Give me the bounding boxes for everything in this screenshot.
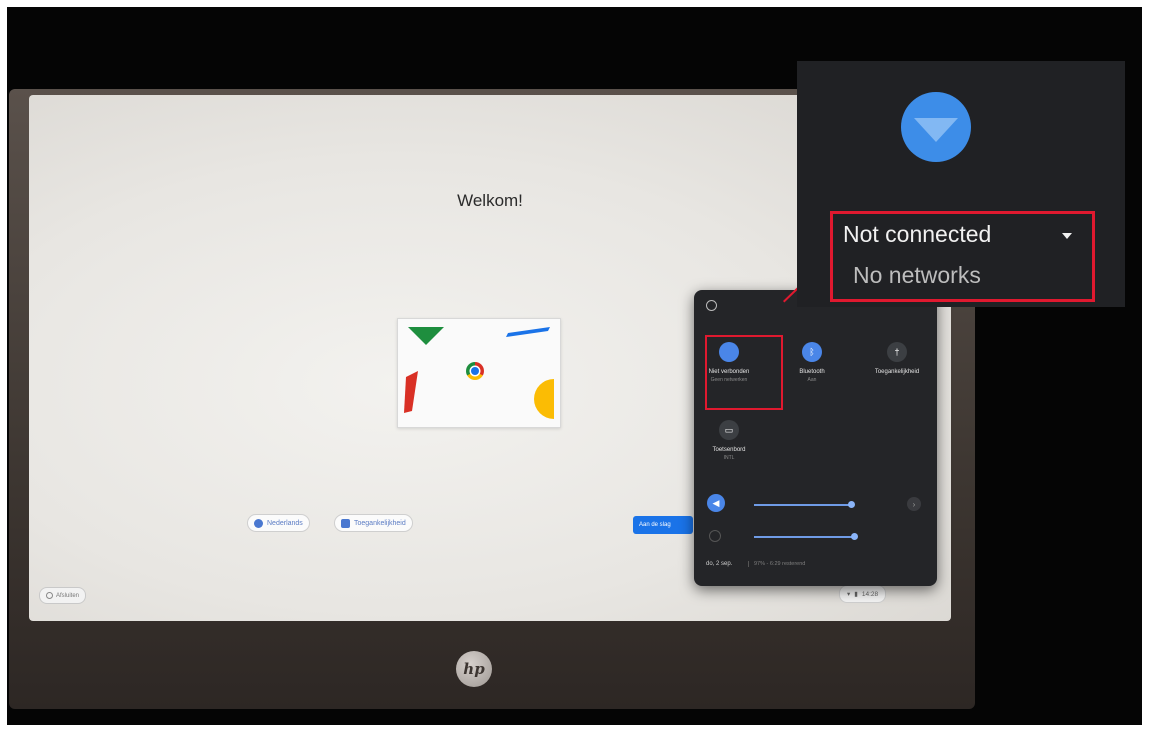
next-button[interactable]: Aan de slag — [633, 516, 693, 534]
tile-bluetooth-label: Bluetooth — [799, 369, 825, 375]
language-button[interactable]: Nederlands — [247, 514, 310, 532]
wifi-glyph — [914, 118, 958, 142]
yellow-half-circle — [534, 379, 554, 419]
power-icon — [46, 592, 53, 599]
tile-bluetooth-sublabel: Aan — [807, 377, 817, 383]
status-tray[interactable]: ▾ ▮ 14:28 — [839, 585, 887, 603]
red-shape — [404, 371, 418, 413]
language-label: Nederlands — [267, 519, 303, 527]
volume-slider[interactable] — [754, 501, 855, 508]
network-zoom-callout: Not connected No networks — [797, 61, 1125, 307]
hp-logo: hp — [456, 651, 492, 687]
chevron-down-icon — [1062, 233, 1072, 239]
accessibility-button[interactable]: Toegankelijkheid — [334, 514, 413, 532]
tile-keyboard-label: Toetsenbord — [712, 447, 746, 453]
photo-frame: Welkom! Nederlands Toegankelijkheid Aan … — [7, 7, 1142, 725]
power-icon[interactable]: power — [706, 300, 717, 311]
audio-settings-chevron-icon[interactable]: › — [907, 497, 921, 511]
welcome-illustration — [397, 318, 561, 428]
brightness-slider-handle[interactable] — [850, 533, 858, 540]
not-connected-label: Not connected — [843, 221, 992, 247]
network-status-icon: ▾ — [847, 591, 851, 598]
battery-icon: ▮ — [854, 591, 858, 598]
brightness-icon — [709, 530, 721, 542]
battery-text: 97% - 6:29 resterend — [748, 561, 805, 567]
green-triangle — [408, 327, 444, 345]
volume-slider-handle[interactable] — [848, 501, 855, 508]
globe-icon — [254, 518, 263, 528]
volume-icon[interactable]: ◀ — [707, 494, 725, 512]
shutdown-label: Afsluiten — [56, 592, 80, 599]
tile-bluetooth[interactable]: ᛒ Bluetooth Aan — [777, 342, 847, 383]
network-tile-highlight — [705, 335, 783, 410]
tile-accessibility[interactable]: † Toegankelijkheid — [862, 342, 932, 375]
accessibility-icon — [341, 518, 350, 528]
bluetooth-icon: ᛒ — [802, 342, 822, 362]
tile-accessibility-label: Toegankelijkheid — [874, 369, 920, 375]
shutdown-button[interactable]: Afsluiten — [39, 587, 87, 604]
no-networks-label: No networks — [853, 262, 981, 288]
chrome-logo-icon — [466, 362, 484, 380]
blue-stripe — [506, 327, 550, 337]
accessibility-label: Toegankelijkheid — [354, 519, 406, 527]
wifi-icon — [901, 92, 971, 162]
date-text[interactable]: do, 2 sep. — [706, 561, 732, 567]
brightness-slider[interactable] — [754, 533, 858, 540]
keyboard-icon: ▭ — [719, 420, 739, 440]
tile-keyboard[interactable]: ▭ Toetsenbord INTL — [694, 420, 764, 461]
clock: 14:28 — [861, 590, 879, 598]
tile-keyboard-sublabel: INTL — [723, 455, 735, 461]
accessibility-icon: † — [887, 342, 907, 362]
